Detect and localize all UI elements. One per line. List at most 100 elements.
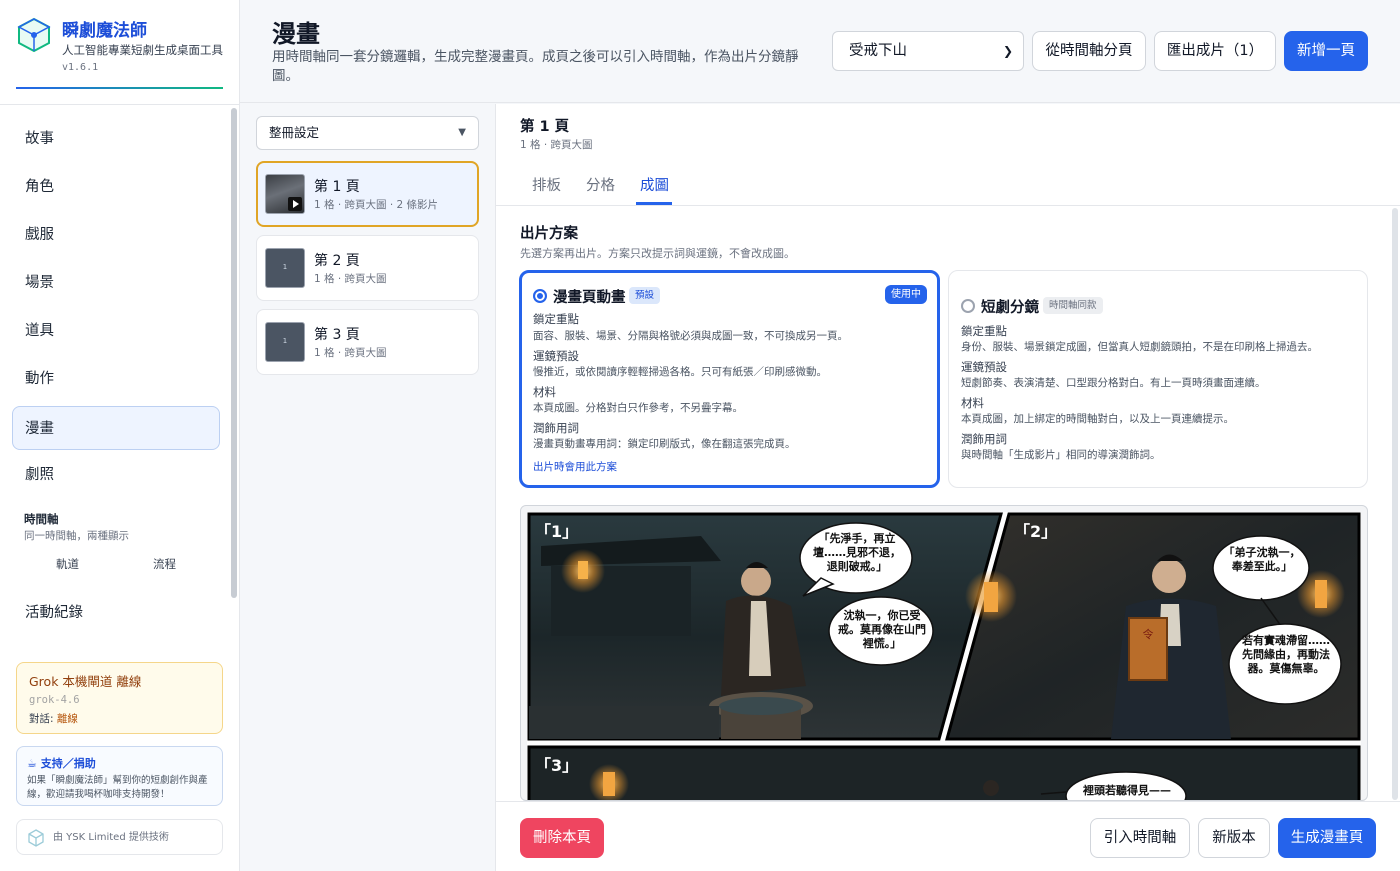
project-select[interactable]: 受戒下山 ❯ — [832, 31, 1024, 71]
page-card[interactable]: 1 第 2 頁 1 格 · 跨頁大圖 — [256, 235, 479, 301]
sidebar-nav: 故事 角色 戲服 場景 道具 動作 漫畫 劇照 時間軸 同一時間軸，兩種顯示 軌… — [0, 106, 239, 646]
sidebar-item-activity-log[interactable]: 活動紀錄 — [12, 590, 220, 634]
brand: 瞬劇魔法師 人工智能專業短劇生成桌面工具 v1.6.1 — [0, 0, 239, 105]
editor-tabs: 排板 分格 成圖 — [496, 164, 1400, 206]
tab-panels[interactable]: 分格 — [586, 174, 615, 195]
editor-page-meta: 1 格 · 跨頁大圖 — [520, 139, 593, 151]
grok-status-value: 離線 — [56, 713, 78, 725]
timeline-track-view[interactable]: 軌道 — [56, 556, 79, 572]
grok-status-card: Grok 本機閘道 離線 grok-4.6 對話: 離線 — [16, 662, 223, 734]
editor-scrollbar[interactable] — [1392, 208, 1398, 800]
plan-row-key: 運鏡預設 — [533, 349, 579, 363]
export-button[interactable]: 匯出成片（1） — [1154, 31, 1276, 71]
app-subtitle: 人工智能專業短劇生成桌面工具 — [62, 43, 223, 57]
grok-model: grok-4.6 — [29, 694, 80, 706]
delete-page-button[interactable]: 刪除本頁 — [520, 818, 604, 858]
plan-row-value: 與時間軸「生成影片」相同的導演潤飾詞。 — [961, 449, 1161, 461]
plan-row-key: 運鏡預設 — [961, 360, 1007, 374]
page-list-panel: 整冊設定 ▼ 第 1 頁 1 格 · 跨頁大圖 · 2 條影片 1 第 2 頁 … — [240, 104, 496, 871]
plan-row-key: 潤飾用詞 — [961, 432, 1007, 446]
page-title: 漫畫 — [272, 20, 320, 48]
sidebar-item-comics[interactable]: 漫畫 — [12, 406, 220, 450]
thumbnail-panel-number: 1 — [282, 263, 288, 271]
plan-row-value: 慢推近，或依閱讀序輕輕掃過各格。只可有紙張／印刷感微動。 — [533, 366, 827, 378]
page-card[interactable]: 第 1 頁 1 格 · 跨頁大圖 · 2 條影片 — [256, 161, 479, 227]
brand-divider — [16, 87, 223, 89]
sidebar-scrollbar[interactable] — [231, 108, 237, 598]
video-play-icon — [288, 197, 302, 211]
plan-row-value: 面容、服裝、場景、分隔與格號必須與成圖一致，不可換成另一頁。 — [533, 330, 848, 342]
page-name: 第 1 頁 — [314, 179, 360, 195]
donate-text: 如果「瞬劇魔法師」幫到你的短劇創作與產線，歡迎請我喝杯咖啡支持開發！ — [27, 775, 208, 800]
panel-number: 「1」 — [535, 522, 579, 541]
timeline-same-tag: 時間軸同款 — [1043, 297, 1103, 314]
caret-down-icon: ▼ — [458, 127, 466, 138]
volume-settings-select[interactable]: 整冊設定 ▼ — [256, 116, 479, 150]
cube-icon — [28, 829, 44, 847]
plan-name: 漫畫頁動畫 — [553, 290, 626, 306]
add-page-button[interactable]: 新增一頁 — [1284, 31, 1368, 71]
project-select-value: 受戒下山 — [849, 43, 907, 59]
sidebar-item-stills[interactable]: 劇照 — [12, 452, 220, 496]
app-logo-icon — [17, 17, 51, 53]
split-from-timeline-button[interactable]: 從時間軸分頁 — [1032, 31, 1146, 71]
plan-row-key: 材料 — [961, 396, 984, 410]
plan-row-value: 漫畫頁動畫專用詞：鎖定印刷版式，像在翻這張完成頁。 — [533, 438, 796, 450]
plan-card-comic-animation[interactable]: 漫畫頁動畫 預設 使用中 鎖定重點 面容、服裝、場景、分隔與格號必須與成圖一致，… — [519, 270, 940, 488]
sidebar-item-characters[interactable]: 角色 — [12, 164, 220, 208]
plan-row-key: 鎖定重點 — [961, 324, 1007, 338]
app-name: 瞬劇魔法師 — [62, 21, 147, 41]
timeline-flow-view[interactable]: 流程 — [153, 556, 176, 572]
new-version-button[interactable]: 新版本 — [1198, 818, 1270, 858]
plan-section-title: 出片方案 — [520, 226, 578, 242]
plan-row-value: 短劇節奏、表演清楚、口型跟分格對白。有上一頁時須畫面連續。 — [961, 377, 1266, 389]
sidebar-item-actions[interactable]: 動作 — [12, 356, 220, 400]
volume-select-value: 整冊設定 — [269, 125, 320, 140]
generate-comic-page-button[interactable]: 生成漫畫頁 — [1278, 818, 1376, 858]
plan-row-value: 身份、服裝、場景鎖定成圖，但當真人短劇鏡頭拍，不是在印刷格上掃過去。 — [961, 341, 1318, 353]
sidebar-item-scenes[interactable]: 場景 — [12, 260, 220, 304]
page-meta: 1 格 · 跨頁大圖 · 2 條影片 — [314, 199, 439, 211]
import-timeline-button[interactable]: 引入時間軸 — [1090, 818, 1190, 858]
tab-render[interactable]: 成圖 — [640, 174, 669, 195]
sidebar-item-props[interactable]: 道具 — [12, 308, 220, 352]
provider-card[interactable]: 由 YSK Limited 提供技術 — [16, 819, 223, 855]
panel-number: 「3」 — [535, 756, 579, 775]
plan-radio-unselected[interactable] — [961, 299, 975, 313]
page-description: 用時間軸同一套分鏡邏輯，生成完整漫畫頁。成頁之後可以引入時間軸，作為出片分鏡靜圖… — [272, 49, 799, 84]
plan-row-key: 材料 — [533, 385, 556, 399]
page-name: 第 3 頁 — [314, 327, 360, 343]
editor-footer: 刪除本頁 引入時間軸 新版本 生成漫畫頁 — [496, 801, 1400, 871]
sidebar-item-story[interactable]: 故事 — [12, 116, 220, 160]
page-editor: 第 1 頁 1 格 · 跨頁大圖 排板 分格 成圖 出片方案 先選方案再出片。方… — [496, 104, 1400, 801]
timeline-section-title: 時間軸 — [24, 512, 59, 526]
plan-row-key: 鎖定重點 — [533, 312, 579, 326]
speech-bubble-text: 「先淨手，再立壇……見邪不退，退則破戒。」 — [813, 532, 901, 573]
page-meta: 1 格 · 跨頁大圖 — [314, 347, 387, 359]
speech-bubble-text: 「弟子沈執一，奉差至此。」 — [1223, 546, 1301, 573]
chevron-down-icon: ❯ — [1002, 44, 1013, 58]
speech-bubble-text: 若有實魂滯留……先問緣由，再動法器。莫傷無辜。 — [1242, 634, 1330, 675]
provider-text: 由 YSK Limited 提供技術 — [53, 832, 169, 843]
page-meta: 1 格 · 跨頁大圖 — [314, 273, 387, 285]
plan-radio-selected[interactable] — [533, 289, 547, 303]
tab-layout[interactable]: 排板 — [532, 174, 561, 195]
grok-chat-status: 對話: 離線 — [29, 711, 210, 726]
donate-card[interactable]: ☕ 支持／捐助 如果「瞬劇魔法師」幫到你的短劇創作與產線，歡迎請我喝杯咖啡支持開… — [16, 746, 223, 806]
page-header: 漫畫 用時間軸同一套分鏡邏輯，生成完整漫畫頁。成頁之後可以引入時間軸，作為出片分… — [240, 0, 1400, 103]
plan-card-short-drama[interactable]: 短劇分鏡 時間軸同款 鎖定重點 身份、服裝、場景鎖定成圖，但當真人短劇鏡頭拍，不… — [948, 270, 1368, 488]
page-thumbnail: 1 — [265, 248, 305, 288]
grok-title: Grok 本機閘道 離線 — [29, 674, 142, 689]
plan-name: 短劇分鏡 — [981, 300, 1039, 316]
panel-number: 「2」 — [1014, 522, 1058, 541]
page-card[interactable]: 1 第 3 頁 1 格 · 跨頁大圖 — [256, 309, 479, 375]
plan-row-key: 潤飾用詞 — [533, 421, 579, 435]
book-label: 令 — [1143, 627, 1154, 641]
page-name: 第 2 頁 — [314, 253, 360, 269]
sidebar-item-costumes[interactable]: 戲服 — [12, 212, 220, 256]
plan-row-value: 本頁成圖。分格對白只作參考，不另疊字幕。 — [533, 402, 743, 414]
plan-row-value: 本頁成圖，加上綁定的時間軸對白，以及上一頁連續提示。 — [961, 413, 1234, 425]
sidebar: 瞬劇魔法師 人工智能專業短劇生成桌面工具 v1.6.1 故事 角色 戲服 場景 … — [0, 0, 240, 871]
active-tab-indicator — [636, 202, 672, 205]
thumbnail-panel-number: 1 — [282, 337, 288, 345]
